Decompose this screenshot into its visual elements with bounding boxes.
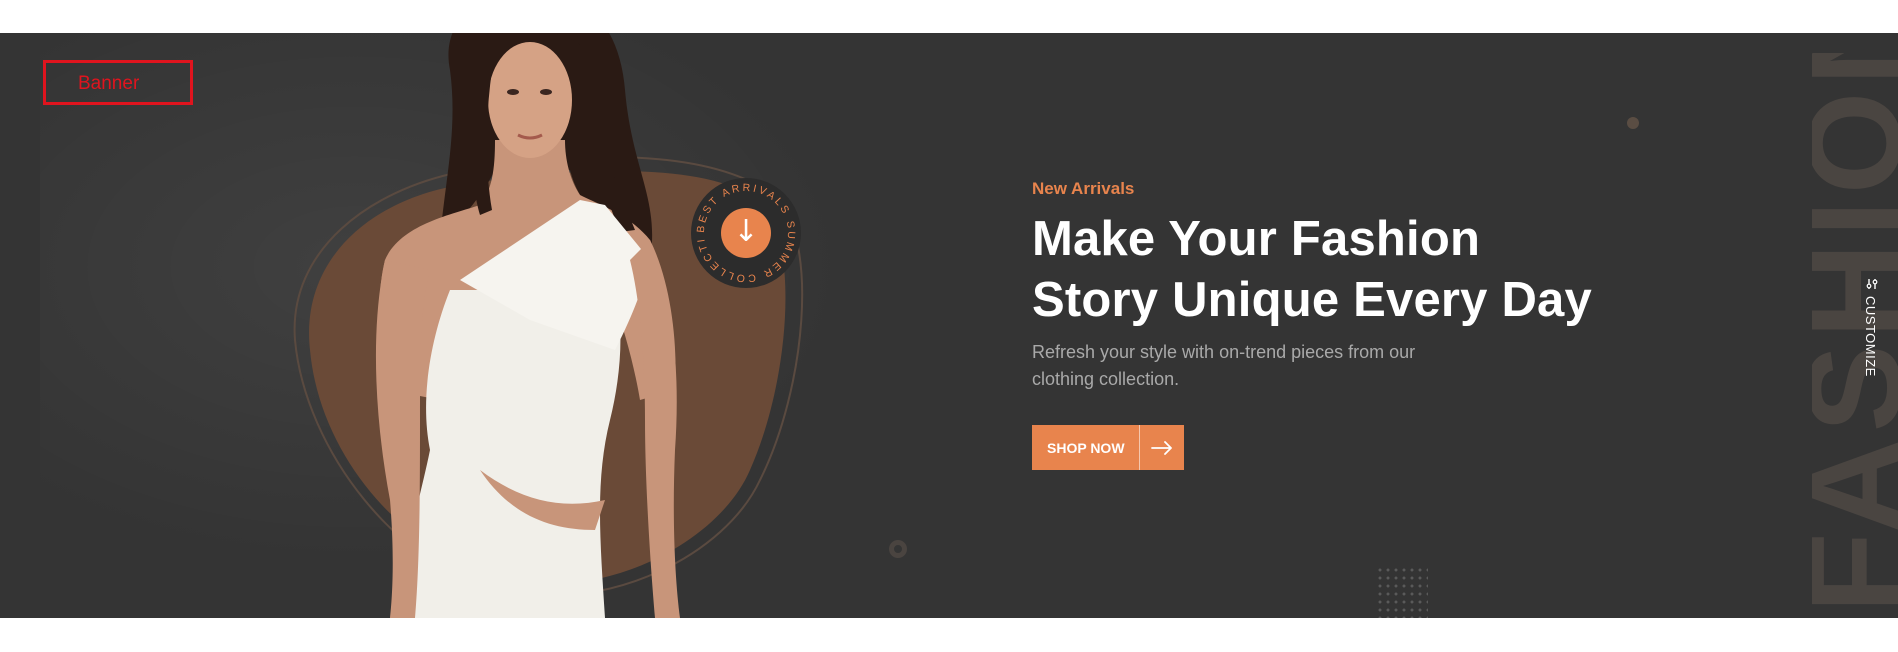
decor-dot-grid <box>1376 566 1428 618</box>
customize-label: CUSTOMIZE <box>1863 296 1878 377</box>
model-image <box>293 33 804 618</box>
hero-text-block: New Arrivals Make Your Fashion Story Uni… <box>1032 179 1652 393</box>
shop-now-label: SHOP NOW <box>1032 425 1140 470</box>
arrow-right-icon <box>1140 425 1184 470</box>
eyebrow-new-arrivals: New Arrivals <box>1032 179 1135 198</box>
headline-line-1: Make Your Fashion <box>1032 212 1481 266</box>
banner-annotation-label: Banner <box>78 73 140 94</box>
page: FASHION <box>0 0 1898 652</box>
hero-subtitle: Refresh your style with on-trend pieces … <box>1032 342 1416 389</box>
decor-ring <box>889 540 907 558</box>
decor-dot-small <box>1627 117 1639 129</box>
fashion-watermark: FASHION <box>1812 53 1898 613</box>
sliders-icon <box>1863 278 1878 290</box>
headline-line-2: Story Unique Every Day <box>1032 273 1592 327</box>
shop-now-button[interactable]: SHOP NOW <box>1032 425 1184 470</box>
hero-banner: FASHION <box>0 33 1898 618</box>
best-arrivals-badge: BEST ARRIVALS SUMMER COLLECTION ↓ <box>683 166 804 291</box>
banner-annotation-box: Banner <box>43 60 193 105</box>
customize-tab[interactable]: CUSTOMIZE <box>1860 278 1884 398</box>
arrow-down-icon[interactable]: ↓ <box>721 208 771 258</box>
watermark-text: FASHION <box>1812 53 1898 613</box>
hero-headline: Make Your Fashion Story Unique Every Day <box>1032 209 1652 331</box>
